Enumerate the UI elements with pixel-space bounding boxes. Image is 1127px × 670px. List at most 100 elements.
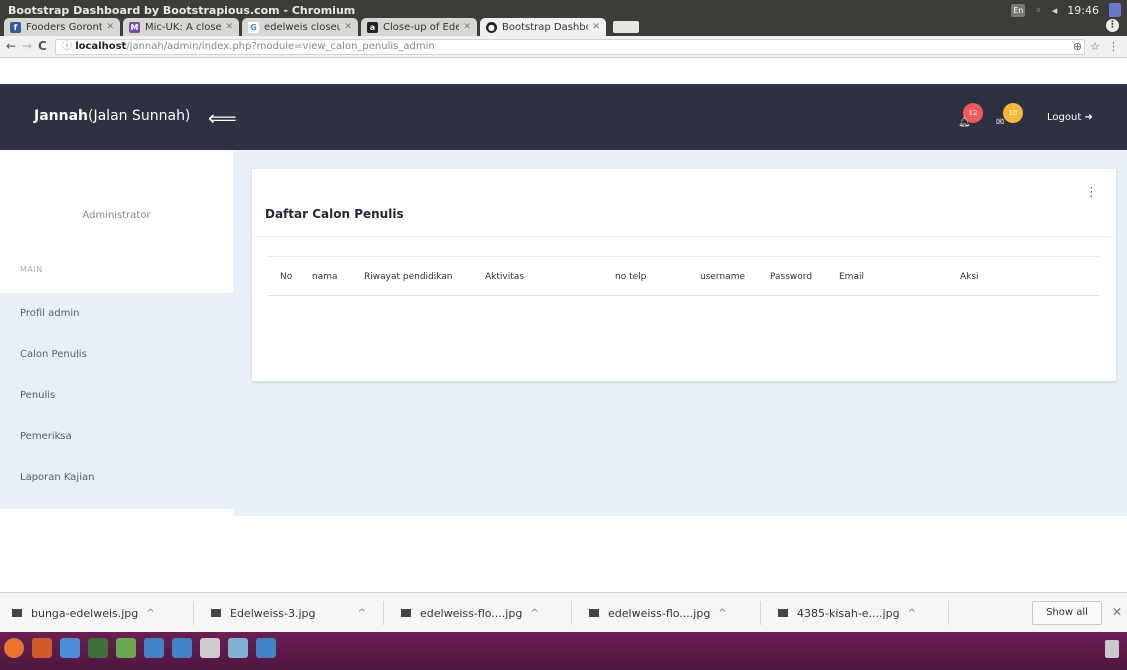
chromium-app-icon[interactable]: [60, 638, 80, 658]
sidebar-user-role: Administrator: [82, 210, 151, 221]
sidebar-item-laporan-kajian[interactable]: Laporan Kajian: [0, 457, 233, 498]
show-all-downloads-button[interactable]: Show all: [1032, 601, 1102, 625]
bell-icon[interactable]: 🔔︎: [958, 117, 971, 128]
window-titlebar: Bootstrap Dashboard by Bootstrapious.com…: [0, 0, 1127, 36]
brand-name: Jannah: [34, 108, 89, 124]
tab-google-search[interactable]: G edelweis closeup - ✕: [242, 18, 358, 36]
image-file-icon: [12, 609, 22, 617]
forward-arrow-icon[interactable]: →: [22, 39, 32, 53]
info-icon[interactable]: ⓘ: [62, 41, 75, 52]
column-header-aktivitas: Aktivitas: [485, 272, 524, 282]
tab-close-icon[interactable]: ✕: [225, 22, 233, 32]
sidebar: Administrator MAIN Profil admin Calon Pe…: [0, 150, 233, 516]
sidebar-toggle-icon[interactable]: ⟸: [208, 108, 237, 128]
wifi-icon[interactable]: ◦: [1035, 4, 1042, 17]
window-title: Bootstrap Dashboard by Bootstrapious.com…: [8, 4, 356, 17]
download-item[interactable]: 4385-kisah-e....jpg ^: [778, 593, 916, 633]
download-separator: [948, 601, 949, 625]
tab-label: Mic-UK: A close-up: [145, 21, 222, 33]
media-app-icon[interactable]: [228, 638, 248, 658]
chevron-up-icon[interactable]: ^: [718, 608, 726, 619]
tab-close-icon[interactable]: ✕: [106, 22, 114, 32]
system-tray: En ◦ ◂ 19:46: [1011, 3, 1121, 17]
chevron-up-icon[interactable]: ^: [530, 608, 538, 619]
sidebar-item-penulis[interactable]: Penulis: [0, 375, 233, 416]
column-header-no-telp: no telp: [615, 272, 647, 282]
download-separator: [760, 601, 761, 625]
sidebar-item-calon-penulis[interactable]: Calon Penulis: [0, 334, 233, 375]
dashboard-header: Jannah(Jalan Sunnah) ⟸ 12 🔔︎ 10 ✉ Logout…: [0, 84, 1127, 150]
bootstrap-favicon-icon: ●: [486, 21, 497, 33]
browser-menu-icon[interactable]: ⋮: [1108, 40, 1119, 53]
tab-label: Close-up of Edelw: [383, 21, 460, 33]
clock[interactable]: 19:46: [1067, 4, 1099, 17]
address-bar: ← → C ⓘ localhost/jannah/admin/index.php…: [0, 36, 1127, 58]
main-content: ⋮ Daftar Calon Penulis No nama Riwayat p…: [233, 150, 1127, 516]
reload-icon[interactable]: C: [38, 39, 47, 53]
network-app-icon[interactable]: [200, 638, 220, 658]
envelope-icon[interactable]: ✉: [996, 117, 1004, 128]
download-item[interactable]: edelweiss-flo....jpg ^: [401, 593, 539, 633]
chevron-up-icon[interactable]: ^: [908, 608, 916, 619]
tab-close-icon[interactable]: ✕: [463, 22, 471, 32]
column-header-password: Password: [770, 272, 813, 282]
download-filename: edelweiss-flo....jpg: [420, 606, 523, 620]
downloads-shelf: bunga-edelweis.jpg ^ Edelweiss-3.jpg ^ e…: [0, 592, 1127, 632]
column-header-no: No: [280, 272, 293, 282]
zoom-icon[interactable]: ⊕: [1073, 40, 1082, 53]
alamy-favicon-icon: a: [367, 21, 378, 33]
tab-strip: f Fooders Gorontalo ✕ M Mic-UK: A close-…: [4, 17, 639, 36]
brand-tagline: (Jalan Sunnah): [88, 108, 191, 124]
sidebar-section-heading: MAIN: [20, 265, 43, 274]
trash-icon[interactable]: [1105, 640, 1119, 658]
tab-fooders[interactable]: f Fooders Gorontalo ✕: [4, 18, 120, 36]
download-item[interactable]: bunga-edelweis.jpg ^: [12, 593, 155, 633]
logout-link[interactable]: Logout ➜: [1047, 112, 1093, 123]
tab-close-up-edelweiss[interactable]: a Close-up of Edelw ✕: [361, 18, 477, 36]
url-input[interactable]: ⓘ localhost/jannah/admin/index.php?modul…: [55, 39, 1085, 55]
back-arrow-icon[interactable]: ←: [6, 39, 16, 53]
image-file-icon: [401, 609, 411, 617]
tab-label: edelweis closeup -: [264, 21, 341, 33]
download-item[interactable]: edelweiss-flo....jpg ^: [589, 593, 727, 633]
chevron-up-icon[interactable]: ^: [146, 608, 154, 619]
files-app-icon[interactable]: [32, 638, 52, 658]
sidebar-item-profil-admin[interactable]: Profil admin: [0, 293, 233, 334]
bookmark-star-icon[interactable]: ☆: [1090, 40, 1100, 53]
table-header-row: No nama Riwayat pendidikan Aktivitas no …: [267, 256, 1099, 296]
download-filename: Edelweiss-3.jpg: [230, 606, 316, 620]
office-app-icon[interactable]: [144, 638, 164, 658]
tab-close-icon[interactable]: ✕: [592, 22, 600, 32]
close-shelf-icon[interactable]: ✕: [1112, 605, 1122, 619]
download-separator: [383, 601, 384, 625]
image-viewer-app-icon[interactable]: [172, 638, 192, 658]
card-options-icon[interactable]: ⋮: [1085, 186, 1098, 199]
keyboard-layout-indicator[interactable]: En: [1011, 3, 1026, 17]
brand-logo[interactable]: Jannah(Jalan Sunnah): [34, 108, 190, 124]
download-item[interactable]: Edelweiss-3.jpg ^: [211, 593, 366, 633]
chevron-up-icon[interactable]: ^: [358, 608, 366, 619]
column-header-username: username: [700, 272, 745, 282]
tab-label: Bootstrap Dashbo: [502, 21, 589, 33]
download-separator: [193, 601, 194, 625]
column-header-email: Email: [839, 272, 864, 282]
profile-menu-icon[interactable]: ⋮: [1106, 19, 1119, 32]
volume-icon[interactable]: ◂: [1052, 4, 1058, 17]
terminal-app-icon[interactable]: [88, 638, 108, 658]
image-file-icon: [589, 609, 599, 617]
tab-mic-uk[interactable]: M Mic-UK: A close-up ✕: [123, 18, 239, 36]
download-filename: 4385-kisah-e....jpg: [797, 606, 900, 620]
address-bar-actions: ⊕ ☆ ⋮: [1073, 40, 1119, 53]
google-favicon-icon: G: [248, 21, 259, 33]
message-badge[interactable]: 10: [1003, 103, 1023, 123]
tab-close-icon[interactable]: ✕: [344, 22, 352, 32]
tab-bootstrap-dashboard[interactable]: ● Bootstrap Dashbo ✕: [480, 18, 606, 36]
dash-home-icon[interactable]: [4, 638, 24, 658]
new-tab-button[interactable]: [613, 21, 639, 33]
document-app-icon[interactable]: [256, 638, 276, 658]
column-header-nama: nama: [312, 272, 338, 282]
user-session-icon[interactable]: [1109, 3, 1121, 17]
sidebar-item-pemeriksa[interactable]: Pemeriksa: [0, 416, 233, 457]
text-editor-app-icon[interactable]: [116, 638, 136, 658]
sidebar-menu: Profil admin Calon Penulis Penulis Pemer…: [0, 293, 233, 509]
